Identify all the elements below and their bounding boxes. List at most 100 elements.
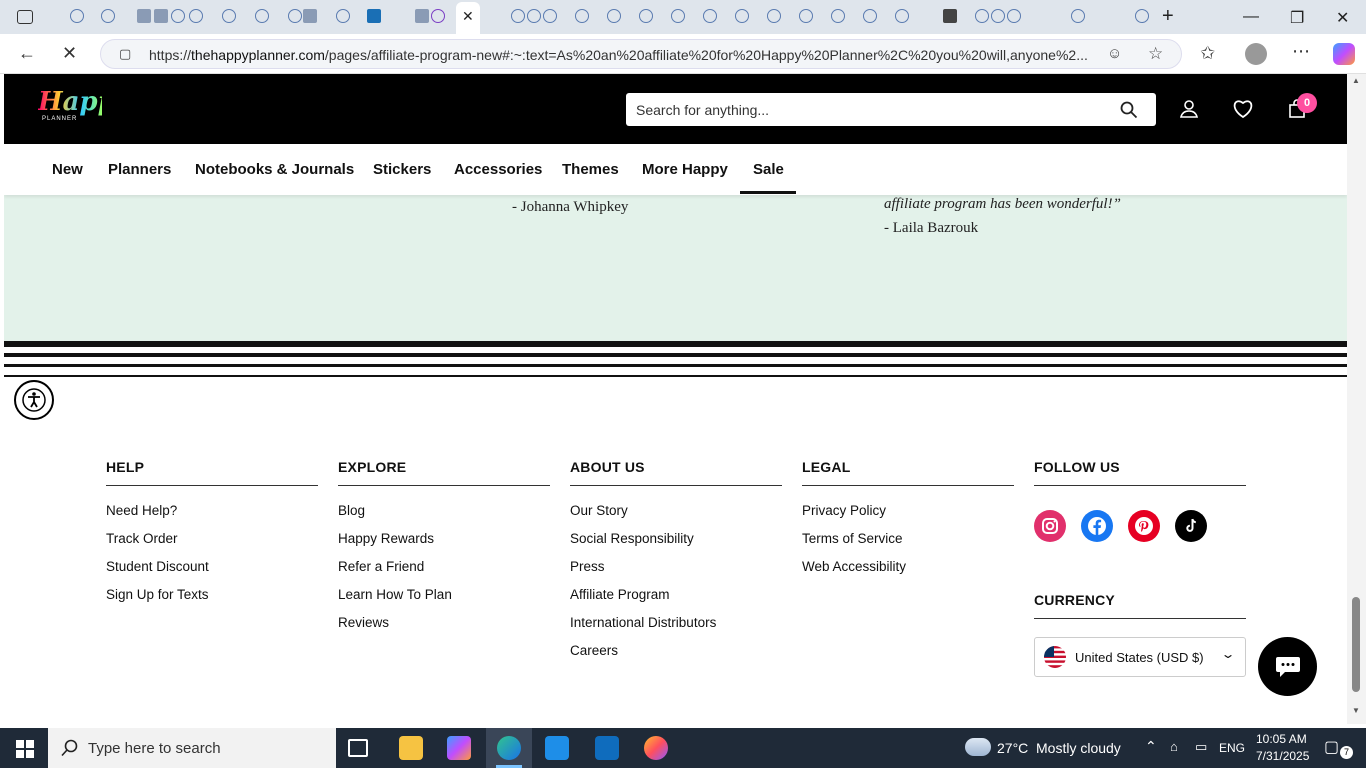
language-indicator[interactable]: ENG bbox=[1219, 741, 1245, 755]
footer-link[interactable]: Happy Rewards bbox=[338, 531, 434, 546]
tab-favicon[interactable] bbox=[991, 9, 1005, 23]
footer-link[interactable]: Web Accessibility bbox=[802, 559, 906, 574]
favorite-star-icon[interactable]: ☆ bbox=[1148, 44, 1163, 64]
account-icon[interactable] bbox=[1179, 99, 1199, 119]
tab-favicon[interactable] bbox=[511, 9, 525, 23]
footer-link[interactable]: Learn How To Plan bbox=[338, 587, 452, 602]
tab-favicon[interactable] bbox=[367, 9, 381, 23]
tab-favicon[interactable] bbox=[222, 9, 236, 23]
tab-favicon[interactable] bbox=[171, 9, 185, 23]
url-text[interactable]: https://thehappyplanner.com/pages/affili… bbox=[149, 47, 1099, 63]
new-tab-icon[interactable]: + bbox=[1162, 5, 1174, 28]
footer-link[interactable]: Track Order bbox=[106, 531, 178, 546]
tab-favicon[interactable] bbox=[288, 9, 302, 23]
tab-favicon[interactable] bbox=[895, 9, 909, 23]
tab-favicon[interactable] bbox=[336, 9, 350, 23]
footer-link[interactable]: Need Help? bbox=[106, 503, 177, 518]
nav-item-new[interactable]: New bbox=[52, 161, 83, 178]
weather-icon[interactable] bbox=[965, 738, 991, 756]
search-input[interactable] bbox=[636, 93, 1106, 126]
copilot-app-icon[interactable] bbox=[447, 736, 471, 760]
footer-link[interactable]: Blog bbox=[338, 503, 365, 518]
footer-link[interactable]: Terms of Service bbox=[802, 531, 903, 546]
tab-favicon[interactable] bbox=[863, 9, 877, 23]
tab-favicon[interactable] bbox=[831, 9, 845, 23]
nav-item-stickers[interactable]: Stickers bbox=[373, 161, 431, 178]
tab-favicon[interactable] bbox=[1007, 9, 1021, 23]
url-field[interactable]: ▢ https://thehappyplanner.com/pages/affi… bbox=[100, 39, 1182, 69]
scroll-down-icon[interactable]: ▼ bbox=[1352, 706, 1360, 715]
tray-chevron-icon[interactable]: ⌃ bbox=[1145, 738, 1157, 755]
facebook-icon[interactable] bbox=[1081, 510, 1113, 542]
nav-item-notebooks-journals[interactable]: Notebooks & Journals bbox=[195, 161, 354, 178]
tab-actions-icon[interactable] bbox=[17, 10, 33, 24]
scroll-thumb[interactable] bbox=[1352, 597, 1360, 692]
tab-favicon[interactable] bbox=[527, 9, 541, 23]
windows-start-icon[interactable] bbox=[16, 740, 34, 758]
profile-avatar[interactable] bbox=[1245, 43, 1267, 65]
tab-favicon[interactable] bbox=[799, 9, 813, 23]
minimize-icon[interactable]: — bbox=[1243, 8, 1259, 26]
restore-icon[interactable]: ❐ bbox=[1290, 8, 1304, 28]
tab-favicon[interactable] bbox=[154, 9, 168, 23]
wishlist-heart-icon[interactable] bbox=[1232, 99, 1254, 119]
tab-favicon[interactable] bbox=[543, 9, 557, 23]
pinterest-icon[interactable] bbox=[1128, 510, 1160, 542]
clock-date[interactable]: 7/31/2025 bbox=[1256, 749, 1309, 763]
happy-planner-logo[interactable]: Happy PLANNER bbox=[38, 88, 131, 130]
clock-time[interactable]: 10:05 AM bbox=[1256, 732, 1307, 746]
tab-favicon[interactable] bbox=[607, 9, 621, 23]
chat-button[interactable] bbox=[1258, 637, 1317, 696]
nav-item-sale[interactable]: Sale bbox=[753, 161, 784, 178]
tab-favicon[interactable] bbox=[431, 9, 445, 23]
file-explorer-icon[interactable] bbox=[399, 736, 423, 760]
tab-favicon[interactable] bbox=[101, 9, 115, 23]
tab-favicon[interactable] bbox=[639, 9, 653, 23]
search-icon[interactable] bbox=[1120, 101, 1138, 119]
footer-link[interactable]: Reviews bbox=[338, 615, 389, 630]
tab-favicon[interactable] bbox=[255, 9, 269, 23]
tab-favicon[interactable] bbox=[415, 9, 429, 23]
footer-link[interactable]: Student Discount bbox=[106, 559, 209, 574]
tab-favicon[interactable] bbox=[703, 9, 717, 23]
footer-link[interactable]: Careers bbox=[570, 643, 618, 658]
tab-favicon[interactable] bbox=[303, 9, 317, 23]
tab-favicon[interactable] bbox=[70, 9, 84, 23]
footer-link[interactable]: Affiliate Program bbox=[570, 587, 670, 602]
footer-link[interactable]: Social Responsibility bbox=[570, 531, 694, 546]
tab-favicon[interactable] bbox=[767, 9, 781, 23]
tab-favicon[interactable] bbox=[137, 9, 151, 23]
notification-icon[interactable]: ▢ bbox=[1324, 737, 1339, 757]
battery-icon[interactable]: ▭ bbox=[1195, 739, 1207, 755]
taskbar-search[interactable]: Type here to search bbox=[48, 728, 336, 768]
weather-temp[interactable]: 27°C bbox=[997, 740, 1028, 756]
nav-item-more-happy[interactable]: More Happy bbox=[642, 161, 728, 178]
copilot-icon[interactable] bbox=[1333, 43, 1355, 65]
nav-item-planners[interactable]: Planners bbox=[108, 161, 171, 178]
task-view-icon[interactable] bbox=[348, 739, 368, 757]
currency-select[interactable]: United States (USD $) ⌄ bbox=[1034, 637, 1246, 677]
stop-loading-icon[interactable]: ✕ bbox=[62, 44, 77, 62]
footer-link[interactable]: Our Story bbox=[570, 503, 628, 518]
instagram-icon[interactable] bbox=[1034, 510, 1066, 542]
nav-item-themes[interactable]: Themes bbox=[562, 161, 619, 178]
favorites-icon[interactable]: ✩ bbox=[1200, 44, 1215, 62]
back-arrow-icon[interactable]: ← bbox=[18, 44, 36, 62]
edge-browser-icon[interactable] bbox=[497, 736, 521, 760]
outlook-icon[interactable] bbox=[595, 736, 619, 760]
nav-item-accessories[interactable]: Accessories bbox=[454, 161, 542, 178]
tab-favicon[interactable] bbox=[1071, 9, 1085, 23]
close-window-icon[interactable]: ✕ bbox=[1336, 8, 1349, 28]
footer-link[interactable]: International Distributors bbox=[570, 615, 716, 630]
tab-favicon[interactable] bbox=[735, 9, 749, 23]
tab-favicon[interactable] bbox=[575, 9, 589, 23]
tab-favicon[interactable] bbox=[671, 9, 685, 23]
tab-favicon[interactable] bbox=[189, 9, 203, 23]
scroll-up-icon[interactable]: ▲ bbox=[1352, 76, 1360, 85]
tab-favicon[interactable] bbox=[1135, 9, 1149, 23]
page-scrollbar[interactable]: ▲ ▼ bbox=[1347, 74, 1366, 724]
footer-link[interactable]: Press bbox=[570, 559, 605, 574]
firefox-icon[interactable] bbox=[644, 736, 668, 760]
network-icon[interactable]: ⌂ bbox=[1170, 739, 1178, 754]
accessibility-button[interactable] bbox=[14, 380, 54, 420]
